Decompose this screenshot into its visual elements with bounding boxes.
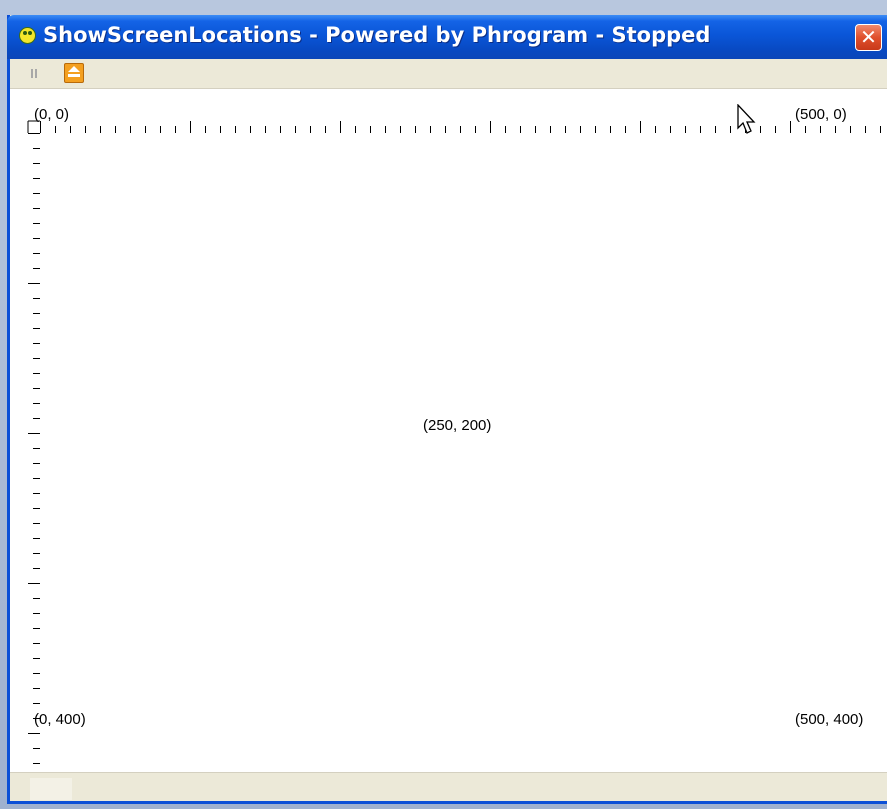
status-panel <box>30 778 72 800</box>
coord-label-center: (250, 200) <box>423 417 492 434</box>
coord-label-bottom-left: (0, 400) <box>34 711 86 728</box>
pause-icon[interactable] <box>29 68 41 80</box>
title-bar[interactable]: ShowScreenLocations - Powered by Phrogra… <box>7 15 887 59</box>
window-title: ShowScreenLocations - Powered by Phrogra… <box>43 23 711 47</box>
coord-label-top-right: (500, 0) <box>795 106 847 123</box>
close-button[interactable]: ✕ <box>855 24 882 51</box>
frog-app-icon <box>19 27 36 44</box>
toolbar <box>10 59 887 89</box>
status-bar <box>10 772 887 801</box>
coord-label-bottom-right: (500, 400) <box>795 711 864 728</box>
program-canvas[interactable]: (0, 0) (500, 0) (250, 200) (0, 400) (500… <box>10 89 887 772</box>
mouse-cursor-icon <box>737 104 756 134</box>
eject-icon[interactable] <box>64 63 84 83</box>
coord-label-top-left: (0, 0) <box>34 106 70 123</box>
